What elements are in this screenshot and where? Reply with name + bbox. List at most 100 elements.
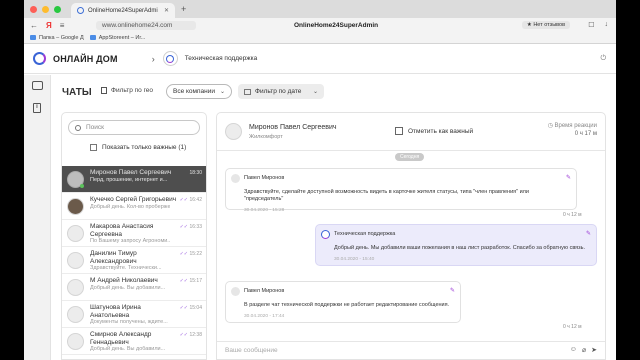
- reaction-time: ◷ Время реакции 0 ч 17 м: [548, 122, 597, 137]
- browser-window: OnlineHome24SuperAdmi ✕ + ← Я ≡ www.onli…: [24, 0, 616, 360]
- checkbox[interactable]: [90, 144, 97, 151]
- info-icon[interactable]: i: [33, 103, 41, 113]
- avatar: [67, 279, 84, 296]
- mark-important-toggle[interactable]: Отметить как важный: [395, 127, 473, 135]
- edit-pencil-icon[interactable]: ✎: [450, 287, 455, 294]
- breadcrumb: Техническая поддержка: [184, 55, 258, 62]
- chat-time: 15:22: [189, 251, 202, 257]
- chat-preview: Добрый день. Кол-во проберже...: [90, 203, 170, 210]
- message-text: Здравствуйте, сделайте доступной возможн…: [244, 189, 529, 202]
- chat-icon[interactable]: [32, 81, 43, 90]
- chevron-down-icon: ⌄: [219, 89, 225, 95]
- yandex-logo-icon[interactable]: Я: [46, 21, 52, 30]
- conversation-name: Миронов Павел Сергеевич: [249, 124, 337, 131]
- message-composer[interactable]: Ваше сообщение ☺ ⌀ ➤: [217, 341, 605, 359]
- message-bubble[interactable]: Техническая поддержка Добрый день. Мы до…: [315, 224, 597, 266]
- avatar: [231, 174, 240, 183]
- tab-title: OnlineHome24SuperAdmi: [88, 7, 158, 14]
- support-logo-icon: [321, 230, 330, 239]
- avatar: [67, 198, 84, 215]
- bookmark-item[interactable]: Папка – Google Д: [30, 35, 84, 41]
- download-icon[interactable]: ↓: [605, 21, 609, 29]
- search-input[interactable]: Поиск: [68, 120, 200, 135]
- date-filter-select[interactable]: Фильтр по дате ⌄: [238, 84, 324, 99]
- message-text: В разделе чат технической поддержки не р…: [244, 302, 450, 308]
- chat-preview: Перд, прошение, интернет и...: [90, 176, 168, 183]
- composer-icons: ☺ ⌀ ➤: [570, 346, 597, 354]
- chat-list-item[interactable]: Миронов Павел Сергеевич Перд, прошение, …: [62, 166, 206, 193]
- chat-preview: Добрый день. Вы добавили...: [90, 284, 166, 291]
- bookmark-item[interactable]: AppStoreent – Иг...: [89, 35, 145, 41]
- bookmark-label: Папка – Google Д: [39, 34, 84, 41]
- avatar: [231, 287, 240, 296]
- geo-filter-button[interactable]: Фильтр по гео: [101, 87, 153, 94]
- browser-tab[interactable]: OnlineHome24SuperAdmi ✕: [71, 3, 175, 18]
- search-placeholder: Поиск: [86, 124, 105, 131]
- chat-list-item[interactable]: Шатунова Ирина Анатольевна Документы пол…: [62, 301, 206, 328]
- double-check-icon: ✓✓: [179, 305, 188, 311]
- avatar: [67, 333, 84, 350]
- chat-name: Шатунова Ирина Анатольевна: [90, 304, 141, 319]
- chat-time: 12:38: [189, 332, 202, 338]
- conversation-header: Миронов Павел Сергеевич Жилкомфорт Отмет…: [217, 113, 605, 151]
- app-header: ОНЛАЙН ДОМ › Техническая поддержка ⏻: [24, 44, 616, 74]
- back-arrow-icon[interactable]: ←: [30, 21, 38, 30]
- support-logo-icon: [166, 54, 175, 63]
- chat-name: Миронов Павел Сергеевич: [90, 169, 172, 176]
- attach-icon[interactable]: ⌀: [582, 346, 586, 354]
- maximize-window-button[interactable]: [54, 5, 61, 13]
- message-bubble[interactable]: Павел Миронов В разделе чат технической …: [225, 281, 461, 323]
- chat-list-item[interactable]: Данилин Тимур Александрович Здравствуйте…: [62, 247, 206, 274]
- chat-preview: Документы получены, ждите...: [90, 319, 168, 325]
- close-window-button[interactable]: [30, 5, 37, 13]
- edit-pencil-icon[interactable]: ✎: [566, 174, 571, 181]
- menu-lines-icon[interactable]: ≡: [60, 21, 65, 30]
- message-bubble[interactable]: Павел Миронов Здравствуйте, сделайте дос…: [225, 168, 577, 213]
- address-bar: ← Я ≡ www.onlinehome24.com OnlineHome24S…: [24, 18, 616, 32]
- message-input[interactable]: Ваше сообщение: [225, 347, 278, 354]
- double-check-icon: ✓✓: [179, 197, 188, 203]
- chat-list-item[interactable]: Макарова Анастасия Сергеевна По Вашему з…: [62, 220, 206, 247]
- chat-name: Кучечко Сергей Григорьевич: [90, 196, 177, 203]
- emoji-icon[interactable]: ☺: [570, 346, 577, 354]
- bookmark-icon[interactable]: ☐: [588, 21, 594, 29]
- chat-name: М Андрей Николаевич: [90, 277, 158, 284]
- left-rail: i: [24, 75, 51, 360]
- chat-time: 16:33: [189, 224, 202, 230]
- send-icon[interactable]: ➤: [591, 346, 597, 354]
- chats-panel: Поиск Показать только важные (1) Миронов…: [61, 112, 207, 360]
- power-icon[interactable]: ⏻: [600, 55, 606, 63]
- company-select-value: Все компании: [173, 88, 215, 95]
- edit-pencil-icon[interactable]: ✎: [586, 230, 591, 237]
- chat-list-item[interactable]: М Андрей Николаевич Добрый день. Вы доба…: [62, 274, 206, 301]
- chevron-right-icon: ›: [151, 53, 155, 64]
- checkbox[interactable]: [395, 127, 403, 135]
- feedback-badge[interactable]: ★ Нет отзывов: [521, 21, 570, 29]
- chat-list: Миронов Павел Сергеевич Перд, прошение, …: [62, 166, 206, 355]
- bookmarks-bar: Папка – Google Д AppStoreent – Иг...: [24, 32, 616, 44]
- avatar: [67, 252, 84, 269]
- new-tab-icon[interactable]: +: [181, 4, 186, 14]
- double-check-icon: ✓✓: [179, 251, 188, 257]
- page-title: OnlineHome24SuperAdmin: [294, 21, 379, 29]
- chat-time: 15:04: [189, 305, 202, 311]
- window-controls: [30, 5, 61, 13]
- chat-list-item[interactable]: Кучечко Сергей Григорьевич Добрый день. …: [62, 193, 206, 220]
- calendar-icon: [244, 88, 251, 95]
- message-timer: 0 ч 12 м: [563, 324, 582, 330]
- chat-preview: Добрый день. Вы добавили...: [90, 346, 166, 352]
- reaction-label: Время реакции: [554, 123, 598, 129]
- site-favicon-icon: [77, 7, 84, 14]
- company-select[interactable]: Все компании ⌄: [166, 84, 232, 99]
- mark-important-label: Отметить как важный: [408, 127, 474, 135]
- double-check-icon: ✓✓: [179, 332, 188, 338]
- close-tab-icon[interactable]: ✕: [164, 7, 169, 14]
- important-only-toggle[interactable]: Показать только важные (1): [90, 144, 206, 151]
- url-field[interactable]: www.onlinehome24.com: [96, 20, 196, 30]
- day-separator: Сегодня: [395, 153, 425, 161]
- brand-logo-icon[interactable]: [33, 52, 46, 65]
- message-text: Добрый день. Мы добавили ваши пожелания …: [334, 245, 586, 251]
- message-timer: 0 ч 12 м: [563, 212, 582, 218]
- chat-list-item[interactable]: Смирнов Александр Геннадьевич Добрый ден…: [62, 328, 206, 355]
- minimize-window-button[interactable]: [42, 5, 49, 13]
